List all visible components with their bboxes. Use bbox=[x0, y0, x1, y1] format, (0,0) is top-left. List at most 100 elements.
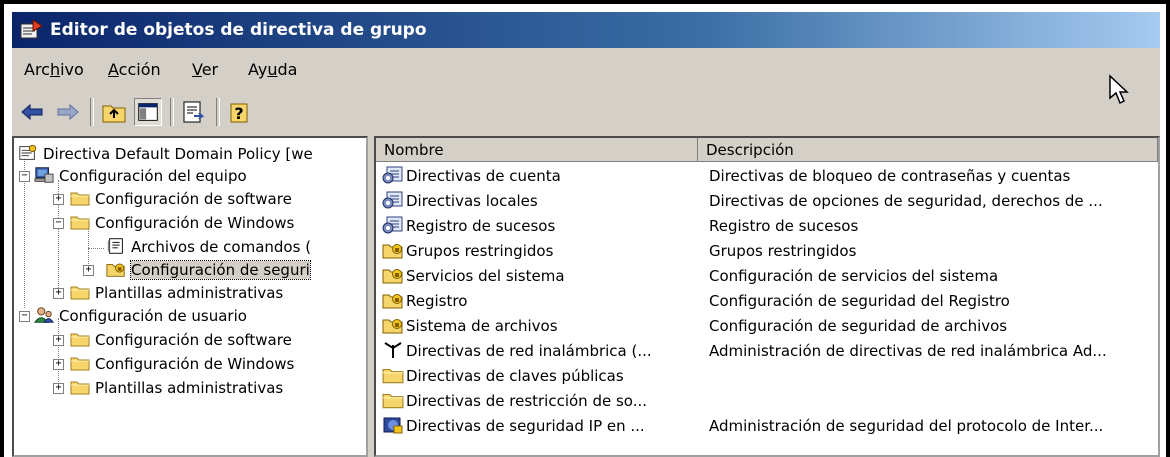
local-policy-icon bbox=[382, 191, 404, 209]
ip-security-icon bbox=[382, 416, 404, 434]
tree-item-computer-windows[interactable]: Configuración de Windows bbox=[70, 211, 294, 235]
tree-line bbox=[58, 318, 59, 388]
console-tree: Directiva Default Domain Policy [we − Co… bbox=[12, 136, 368, 457]
secure-folder-icon bbox=[382, 316, 404, 334]
menu-ver[interactable]: Ver bbox=[192, 60, 218, 79]
menu-ayuda[interactable]: Ayuda bbox=[248, 60, 297, 79]
folder-icon bbox=[70, 283, 90, 301]
window-frame: Editor de objetos de directiva de grupo … bbox=[0, 0, 1170, 457]
list-item-description: Configuración de seguridad del Registro bbox=[709, 292, 1010, 310]
security-settings-icon bbox=[106, 260, 126, 278]
list-item-name: Servicios del sistema bbox=[382, 264, 565, 289]
policy-root-icon bbox=[18, 144, 38, 162]
collapse-toggle[interactable]: − bbox=[19, 171, 30, 182]
tree-item-user-windows[interactable]: Configuración de Windows bbox=[70, 352, 294, 376]
list-item-description: Grupos restringidos bbox=[709, 242, 857, 260]
tree-item-label: Configuración de Windows bbox=[95, 214, 295, 232]
menu-accion[interactable]: Acción bbox=[108, 60, 161, 79]
expand-toggle[interactable]: + bbox=[53, 288, 64, 299]
secure-folder-icon bbox=[382, 266, 404, 284]
column-header-name[interactable]: Nombre bbox=[376, 138, 698, 162]
tree-item-computer-admin-templates[interactable]: Plantillas administrativas bbox=[70, 281, 283, 305]
list-item[interactable]: Grupos restringidos Grupos restringidos bbox=[376, 239, 1158, 264]
secure-folder-icon bbox=[382, 291, 404, 309]
tree-item-root[interactable]: Directiva Default Domain Policy [we bbox=[18, 142, 313, 166]
list-item-name: Grupos restringidos bbox=[382, 239, 553, 264]
list-item-description: Configuración de seguridad de archivos bbox=[709, 317, 1008, 335]
list-item-name: Directivas de red inalámbrica (... bbox=[382, 339, 652, 364]
list-item[interactable]: Sistema de archivos Configuración de segu… bbox=[376, 314, 1158, 339]
tree-item-label: Configuración de software bbox=[95, 190, 292, 208]
tree-item-label: Directiva Default Domain Policy [we bbox=[43, 145, 313, 163]
list-item[interactable]: Directivas locales Directivas de opciones… bbox=[376, 189, 1158, 214]
toolbar-separator bbox=[170, 98, 174, 126]
window-body: Editor de objetos de directiva de grupo … bbox=[10, 10, 1160, 457]
toolbar-separator bbox=[90, 98, 94, 126]
list-item[interactable]: Directivas de red inalámbrica (... Admini… bbox=[376, 339, 1158, 364]
svg-text:?: ? bbox=[234, 104, 243, 123]
list-item-name-text: Registro de sucesos bbox=[406, 217, 556, 235]
tree-item-label: Configuración de software bbox=[95, 331, 292, 349]
export-list-icon[interactable] bbox=[180, 98, 208, 126]
list-item-description: Directivas de bloqueo de contraseñas y c… bbox=[709, 167, 1071, 185]
collapse-toggle[interactable]: − bbox=[53, 218, 64, 229]
folder-icon bbox=[70, 378, 90, 396]
expand-toggle[interactable]: + bbox=[53, 194, 64, 205]
expand-toggle[interactable]: + bbox=[53, 359, 64, 370]
tree-item-user-config[interactable]: Configuración de usuario bbox=[34, 304, 247, 328]
help-icon[interactable]: ? bbox=[226, 98, 254, 126]
list-item-name: Registro bbox=[382, 289, 467, 314]
forward-arrow-icon[interactable] bbox=[54, 98, 82, 126]
secure-folder-icon bbox=[382, 241, 404, 259]
folder-icon bbox=[70, 330, 90, 348]
expand-toggle[interactable]: + bbox=[53, 383, 64, 394]
list-item[interactable]: Servicios del sistema Configuración de se… bbox=[376, 264, 1158, 289]
tree-item-user-admin-templates[interactable]: Plantillas administrativas bbox=[70, 376, 283, 400]
list-item-name-text: Registro bbox=[406, 292, 468, 310]
list-item-name-text: Directivas de restricción de so... bbox=[406, 392, 648, 410]
tree-item-computer-config[interactable]: Configuración del equipo bbox=[34, 164, 247, 188]
tree-item-label: Archivos de comandos ( bbox=[131, 238, 312, 256]
list-item[interactable]: Registro de sucesos Registro de sucesos bbox=[376, 214, 1158, 239]
menu-bar: Archivo Acción Ver Ayuda bbox=[12, 54, 1160, 84]
tree-item-user-software[interactable]: Configuración de software bbox=[70, 328, 292, 352]
list-item[interactable]: Directivas de restricción de so... bbox=[376, 389, 1158, 414]
account-policy-icon bbox=[382, 166, 404, 184]
list-item[interactable]: Directivas de cuenta Directivas de bloque… bbox=[376, 164, 1158, 189]
script-icon bbox=[106, 237, 126, 255]
toolbar: ? bbox=[12, 92, 1160, 132]
list-item-description: Directivas de opciones de seguridad, der… bbox=[709, 192, 1103, 210]
list-item-name-text: Directivas de red inalámbrica (... bbox=[406, 342, 652, 360]
window-title: Editor de objetos de directiva de grupo bbox=[50, 20, 427, 40]
back-arrow-icon[interactable] bbox=[18, 98, 46, 126]
tree-item-scripts[interactable]: Archivos de comandos ( bbox=[106, 235, 311, 259]
list-item[interactable]: Registro Configuración de seguridad del R… bbox=[376, 289, 1158, 314]
tree-item-label: Configuración del equipo bbox=[59, 167, 247, 185]
tree-item-label: Configuración de usuario bbox=[59, 307, 247, 325]
title-bar[interactable]: Editor de objetos de directiva de grupo bbox=[12, 12, 1160, 48]
event-log-icon bbox=[382, 216, 404, 234]
wireless-antenna-icon bbox=[382, 341, 404, 359]
tree-item-computer-software[interactable]: Configuración de software bbox=[70, 187, 292, 211]
list-item-name: Directivas de cuenta bbox=[382, 164, 561, 189]
tree-item-label: Configuración de seguri bbox=[130, 260, 311, 280]
computer-icon bbox=[34, 166, 54, 184]
tree-item-label: Plantillas administrativas bbox=[95, 284, 284, 302]
menu-archivo[interactable]: Archivo bbox=[24, 60, 84, 79]
expand-toggle[interactable]: + bbox=[83, 265, 94, 276]
tree-item-security-settings[interactable]: Configuración de seguri bbox=[106, 258, 311, 282]
show-hide-tree-icon[interactable] bbox=[134, 98, 162, 126]
folder-icon bbox=[382, 391, 404, 409]
list-item[interactable]: Directivas de claves públicas bbox=[376, 364, 1158, 389]
details-list: Nombre Descripción Directivas de cuenta D… bbox=[374, 136, 1160, 457]
up-folder-icon[interactable] bbox=[100, 98, 128, 126]
gpedit-app-icon bbox=[20, 19, 43, 39]
collapse-toggle[interactable]: − bbox=[19, 311, 30, 322]
tree-item-label: Plantillas administrativas bbox=[95, 379, 284, 397]
list-item[interactable]: Directivas de seguridad IP en ... Adminis… bbox=[376, 414, 1158, 439]
list-item-description: Administración de directivas de red inal… bbox=[709, 342, 1107, 360]
column-header-description[interactable]: Descripción bbox=[698, 138, 1158, 162]
list-item-name: Directivas de restricción de so... bbox=[382, 389, 647, 414]
expand-toggle[interactable]: + bbox=[53, 335, 64, 346]
list-item-description: Registro de sucesos bbox=[709, 217, 859, 235]
